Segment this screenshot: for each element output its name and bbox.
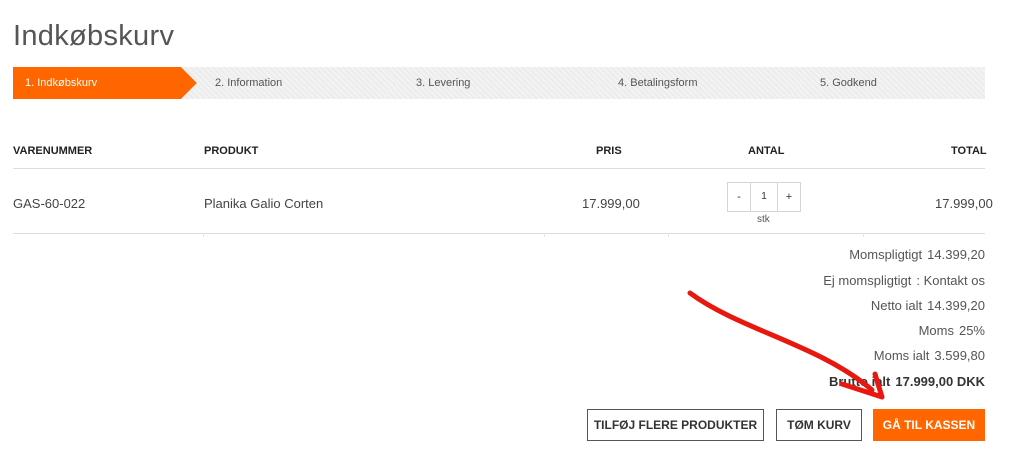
header-price: PRIS xyxy=(596,145,622,157)
empty-cart-button[interactable]: TØM KURV xyxy=(776,409,862,441)
checkout-steps: 1. Indkøbskurv 2. Information 3. Leverin… xyxy=(13,67,985,99)
totals-vat-value: 3.599,80 xyxy=(934,348,985,363)
totals-net: Netto ialt 14.399,20 xyxy=(871,298,985,313)
page-title: Indkøbskurv xyxy=(13,20,175,52)
step-payment-label: 4. Betalingsform xyxy=(618,77,698,89)
step-cart-label: 1. Indkøbskurv xyxy=(25,77,98,89)
header-product: PRODUKT xyxy=(204,145,259,157)
quantity-stepper: - 1 + xyxy=(727,182,801,212)
quantity-unit: stk xyxy=(757,214,770,225)
step-approve-label: 5. Godkend xyxy=(820,77,877,89)
row-divider xyxy=(13,233,985,234)
totals-non-taxable: Ej momspligtigt : Kontakt os xyxy=(823,273,985,288)
column-separator xyxy=(668,233,669,237)
totals-gross: Brutto ialt 17.999,00 DKK xyxy=(829,374,985,389)
item-number: GAS-60-022 xyxy=(13,196,86,211)
step-information-label: 2. Information xyxy=(215,77,283,89)
totals-gross-label: Brutto ialt xyxy=(828,374,891,389)
totals-non-taxable-value: : Kontakt os xyxy=(916,273,985,288)
header-divider xyxy=(13,168,985,169)
totals-gross-value: 17.999,00 DKK xyxy=(895,374,985,389)
totals-non-taxable-label: Ej momspligtigt xyxy=(823,273,912,288)
totals-net-value: 14.399,20 xyxy=(927,298,985,313)
checkout-button[interactable]: GÅ TIL KASSEN xyxy=(873,409,985,441)
header-total: TOTAL xyxy=(951,145,987,157)
totals-taxable: Momspligtigt 14.399,20 xyxy=(849,247,985,262)
decrement-button[interactable]: - xyxy=(728,183,750,211)
header-quantity: ANTAL xyxy=(748,145,785,157)
item-price: 17.999,00 xyxy=(582,196,640,211)
product-name[interactable]: Planika Galio Corten xyxy=(204,196,323,211)
item-total: 17.999,00 xyxy=(935,196,993,211)
totals-vat-rate-value: 25% xyxy=(958,323,985,338)
totals-vat-label: Moms ialt xyxy=(873,348,930,363)
quantity-input[interactable]: 1 xyxy=(750,183,778,211)
column-separator xyxy=(863,233,864,237)
totals-vat-rate: Moms 25% xyxy=(919,323,985,338)
totals-taxable-value: 14.399,20 xyxy=(927,247,985,262)
totals-vat-rate-label: Moms xyxy=(918,323,954,338)
header-item-number: VARENUMMER xyxy=(13,145,93,157)
increment-button[interactable]: + xyxy=(778,183,800,211)
column-separator xyxy=(544,233,545,237)
step-delivery-label: 3. Levering xyxy=(416,77,471,89)
step-information[interactable]: 2. Information xyxy=(181,67,399,99)
step-cart[interactable]: 1. Indkøbskurv xyxy=(13,67,197,99)
step-approve[interactable]: 5. Godkend xyxy=(787,67,985,99)
add-more-products-button[interactable]: TILFØJ FLERE PRODUKTER xyxy=(587,409,764,441)
step-payment[interactable]: 4. Betalingsform xyxy=(585,67,803,99)
step-delivery[interactable]: 3. Levering xyxy=(383,67,601,99)
totals-taxable-label: Momspligtigt xyxy=(849,247,923,262)
totals-vat: Moms ialt 3.599,80 xyxy=(874,348,985,363)
column-separator xyxy=(203,233,204,237)
totals-net-label: Netto ialt xyxy=(870,298,923,313)
